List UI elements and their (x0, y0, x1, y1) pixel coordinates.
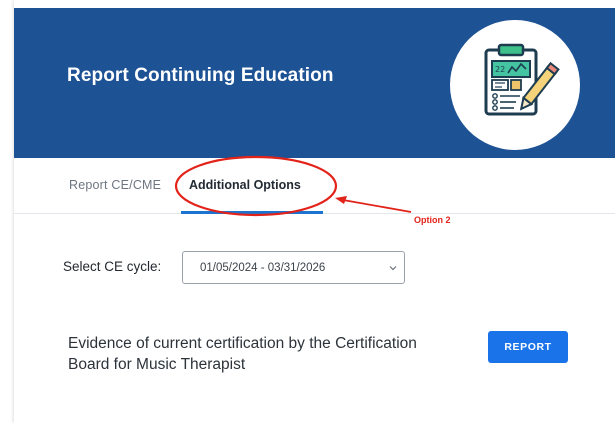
svg-text:22: 22 (495, 65, 505, 74)
clipboard-pencil-icon: 22 (484, 43, 560, 116)
tab-additional-options[interactable]: Additional Options (189, 178, 301, 192)
header-logo: 22 (450, 20, 580, 150)
ce-cycle-label: Select CE cycle: (63, 259, 162, 274)
page-title: Report Continuing Education (67, 65, 334, 86)
chevron-down-icon (389, 266, 397, 271)
annotation-label: Option 2 (414, 215, 451, 225)
ce-cycle-select[interactable]: 01/05/2024 - 03/31/2026 (182, 251, 405, 284)
evidence-text: Evidence of current certification by the… (68, 335, 417, 373)
ce-cycle-selected-value: 01/05/2024 - 03/31/2026 (200, 262, 326, 274)
tab-bar: Report CE/CME Additional Options (14, 158, 615, 214)
page-header: Report Continuing Education 22 (14, 8, 615, 158)
tab-report-ce-cme[interactable]: Report CE/CME (69, 178, 161, 192)
active-tab-indicator (181, 211, 323, 214)
report-button[interactable]: REPORT (488, 331, 568, 363)
